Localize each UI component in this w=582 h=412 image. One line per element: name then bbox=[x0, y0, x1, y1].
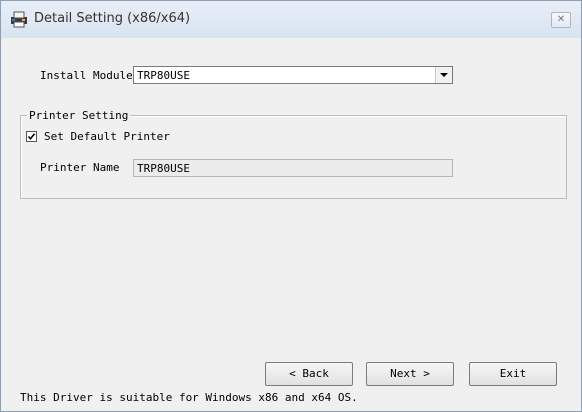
printer-name-value: TRP80USE bbox=[137, 162, 190, 175]
printer-app-icon bbox=[10, 10, 28, 28]
dialog-body: Install Module TRP80USE Printer Setting … bbox=[2, 38, 580, 410]
install-module-value: TRP80USE bbox=[137, 69, 190, 82]
dropdown-arrow-icon[interactable] bbox=[435, 67, 452, 83]
printer-setting-group: Printer Setting bbox=[20, 109, 567, 199]
install-module-label: Install Module bbox=[40, 69, 133, 82]
printer-name-label: Printer Name bbox=[40, 161, 120, 174]
printer-name-field[interactable]: TRP80USE bbox=[133, 159, 453, 177]
next-button[interactable]: Next > bbox=[366, 362, 454, 386]
set-default-printer-checkbox[interactable] bbox=[26, 131, 37, 142]
window-title: Detail Setting (x86/x64) bbox=[34, 11, 191, 26]
set-default-printer-label[interactable]: Set Default Printer bbox=[44, 130, 170, 143]
footer-note: This Driver is suitable for Windows x86 … bbox=[20, 391, 358, 404]
title-bar[interactable]: Detail Setting (x86/x64) ✕ bbox=[1, 1, 581, 38]
install-module-dropdown[interactable]: TRP80USE bbox=[133, 66, 453, 84]
close-button[interactable]: ✕ bbox=[551, 12, 571, 28]
printer-setting-group-title: Printer Setting bbox=[27, 109, 131, 122]
checkmark-icon bbox=[27, 133, 36, 141]
back-button[interactable]: < Back bbox=[265, 362, 353, 386]
detail-setting-window: Detail Setting (x86/x64) ✕ Install Modul… bbox=[0, 0, 582, 412]
exit-button[interactable]: Exit bbox=[469, 362, 557, 386]
